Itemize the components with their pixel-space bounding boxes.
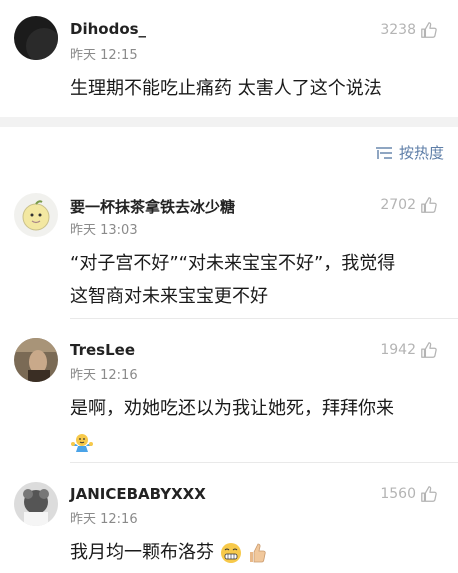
like-count: 2702 [380,197,416,213]
comment-content: 是啊，劝她吃还以为我让她死，拜拜你来 [70,392,442,458]
comment-author[interactable]: 要一杯抹茶拿铁去冰少糖 [70,196,235,217]
sort-label: 按热度 [398,144,444,162]
comment-line: 我月均一颗布洛芬 [70,542,214,563]
like-button[interactable]: 1560 [380,485,438,503]
comment-content: 生理期不能吃止痛药 太害人了这个说法 [70,72,442,105]
like-button[interactable]: 3238 [380,21,438,39]
comment-item: TresLee 昨天 12:16 1942 是啊，劝她吃还以为我让她死，拜拜你来 [0,326,458,460]
avatar[interactable] [14,338,58,382]
thumbs-up-icon [421,486,437,502]
grimace-emoji-icon [220,543,241,563]
comment-author[interactable]: JANICEBABYXXX [70,485,206,503]
comment-time: 昨天 12:15 [70,48,138,63]
like-count: 1942 [380,342,416,358]
comment-author[interactable]: Dihodos_ [70,20,146,38]
sort-button[interactable]: 按热度 [375,142,444,163]
like-count: 1560 [380,486,416,502]
avatar[interactable] [14,482,58,526]
shrug-emoji-icon [71,434,93,452]
comment-line: “对子宫不好”“对未来宝宝不好”，我觉得 [70,253,396,274]
comment-content: “对子宫不好”“对未来宝宝不好”，我觉得 这智商对未来宝宝更不好 [70,247,442,313]
avatar[interactable] [14,16,58,60]
like-count: 3238 [380,22,416,38]
comment-content: 我月均一颗布洛芬 [70,536,442,569]
thumbs-up-icon [421,22,437,38]
divider [70,318,458,319]
comment-item: Dihodos_ 昨天 12:15 3238 生理期不能吃止痛药 太害人了这个说… [0,0,458,116]
comment-item: 要一杯抹茶拿铁去冰少糖 昨天 13:03 2702 “对子宫不好”“对未来宝宝不… [0,185,458,317]
thumbs-up-icon [421,197,437,213]
avatar[interactable] [14,193,58,237]
divider [70,462,458,463]
comment-item: JANICEBABYXXX 昨天 12:16 1560 我月均一颗布洛芬 [0,470,458,573]
comment-line-emoji [70,425,442,458]
section-separator [0,117,458,127]
comment-time: 昨天 12:16 [70,368,138,383]
thumbs-up-icon [421,342,437,358]
thumbs-up-emoji-icon [250,543,267,563]
like-button[interactable]: 2702 [380,196,438,214]
comment-line: 是啊，劝她吃还以为我让她死，拜拜你来 [70,398,394,419]
comment-author[interactable]: TresLee [70,341,135,359]
comment-time: 昨天 12:16 [70,512,138,527]
comment-time: 昨天 13:03 [70,223,138,238]
sort-icon [375,146,392,159]
comment-line: 这智商对未来宝宝更不好 [70,286,268,307]
comment-line: 生理期不能吃止痛药 太害人了这个说法 [70,78,382,99]
like-button[interactable]: 1942 [380,341,438,359]
